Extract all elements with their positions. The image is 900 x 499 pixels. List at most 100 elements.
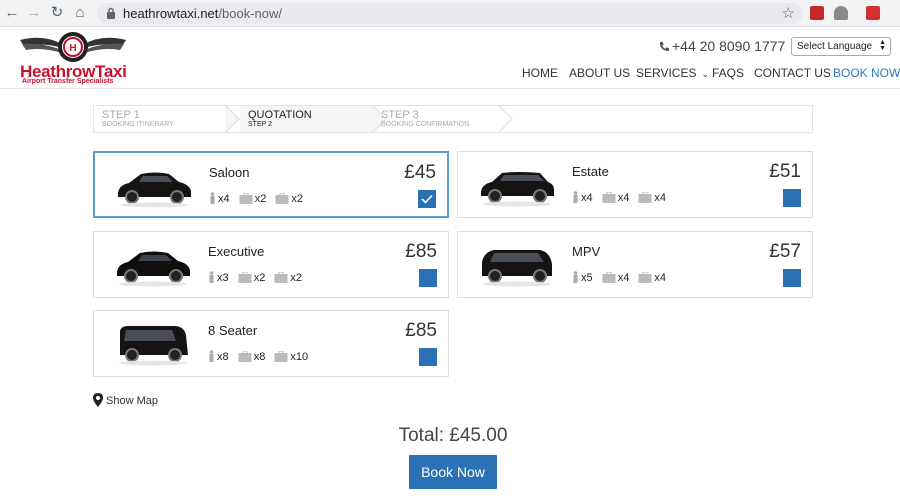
bag-icon bbox=[274, 271, 288, 283]
address-bar[interactable]: heathrowtaxi.net/book-now/ ☆ bbox=[97, 3, 803, 24]
step-3-subtitle: BOOKING CONFIRMATION bbox=[381, 121, 470, 128]
select-arrows-icon: ▲ ▼ bbox=[879, 39, 886, 52]
select-checkbox[interactable] bbox=[419, 348, 437, 366]
book-now-button[interactable]: Book Now bbox=[409, 455, 497, 489]
select-checkbox[interactable] bbox=[419, 269, 437, 287]
vehicle-card-estate[interactable]: Estate £51 x4 x4 x4 bbox=[457, 151, 813, 218]
large-bag-count: x8 bbox=[253, 351, 266, 363]
select-checkbox[interactable] bbox=[783, 189, 801, 207]
person-icon bbox=[210, 192, 215, 204]
passenger-count: x5 bbox=[581, 272, 593, 284]
8-seater-van-icon bbox=[119, 326, 188, 366]
nav-about-us[interactable]: ABOUT US bbox=[569, 66, 630, 80]
nav-services[interactable]: SERVICES ⌄ bbox=[636, 66, 709, 80]
nav-book-now[interactable]: BOOK NOW bbox=[833, 66, 900, 80]
select-checkbox[interactable] bbox=[418, 190, 436, 208]
bookmark-star-icon[interactable]: ☆ bbox=[782, 4, 795, 22]
bag-icon bbox=[638, 271, 652, 283]
vehicle-card-mpv[interactable]: MPV £57 x5 x4 x4 bbox=[457, 231, 813, 298]
vehicle-price: £57 bbox=[769, 241, 801, 262]
vehicle-name: Estate bbox=[572, 164, 609, 179]
vehicle-name: Executive bbox=[208, 244, 265, 259]
show-map-link[interactable]: Show Map bbox=[93, 393, 158, 407]
person-icon bbox=[573, 271, 578, 283]
person-icon bbox=[573, 191, 578, 203]
vehicle-price: £45 bbox=[404, 162, 436, 183]
step-2: QUOTATION STEP 2 bbox=[240, 106, 372, 132]
passenger-count: x8 bbox=[217, 351, 229, 363]
vehicle-name: MPV bbox=[572, 244, 601, 259]
bag-icon bbox=[274, 350, 288, 362]
suitcase-icon bbox=[239, 192, 253, 204]
svg-text:H: H bbox=[69, 43, 76, 54]
step-1-subtitle: BOOKING ITINERARY bbox=[102, 121, 174, 128]
total-price: Total: £45.00 bbox=[398, 425, 508, 446]
passenger-count: x3 bbox=[217, 272, 229, 284]
step-2-subtitle: STEP 2 bbox=[248, 121, 272, 128]
vehicle-price: £85 bbox=[405, 241, 437, 262]
large-bag-count: x4 bbox=[617, 192, 630, 204]
large-bag-count: x2 bbox=[253, 272, 266, 284]
step-separator bbox=[225, 105, 240, 133]
url-text: heathrowtaxi.net/book-now/ bbox=[123, 6, 282, 21]
bag-icon bbox=[275, 192, 289, 204]
phone-number[interactable]: +44 20 8090 1777 bbox=[659, 38, 785, 54]
suitcase-icon bbox=[602, 271, 616, 283]
small-bag-count: x2 bbox=[290, 272, 302, 284]
select-checkbox[interactable] bbox=[783, 269, 801, 287]
map-pin-icon bbox=[93, 393, 103, 407]
back-arrow-icon[interactable]: ← bbox=[3, 4, 21, 22]
large-bag-count: x4 bbox=[617, 272, 630, 284]
small-bag-count: x2 bbox=[291, 193, 303, 205]
mpv-van-icon bbox=[482, 250, 552, 287]
vehicle-card-8-seater[interactable]: 8 Seater £85 x8 x8 x10 bbox=[93, 310, 449, 377]
vehicle-capacity: x4 x4 x4 bbox=[572, 191, 672, 204]
nav-faqs[interactable]: FAQS bbox=[712, 66, 744, 80]
language-select[interactable]: Select Language ▲ ▼ bbox=[791, 37, 891, 56]
checkmark-icon bbox=[421, 194, 433, 204]
lock-icon bbox=[107, 7, 115, 19]
step-3-title: STEP 3 bbox=[381, 109, 419, 121]
vehicle-price: £85 bbox=[405, 320, 437, 341]
vehicle-capacity: x5 x4 x4 bbox=[572, 271, 672, 284]
step-2-title: QUOTATION bbox=[248, 109, 312, 121]
person-icon bbox=[209, 271, 214, 283]
vehicle-card-saloon[interactable]: Saloon £45 x4 x2 x2 bbox=[93, 151, 449, 218]
suitcase-icon bbox=[238, 271, 252, 283]
step-1: STEP 1 BOOKING ITINERARY bbox=[94, 106, 225, 132]
large-bag-count: x2 bbox=[254, 193, 267, 205]
vehicle-price: £51 bbox=[769, 161, 801, 182]
forward-arrow-icon[interactable]: → bbox=[25, 4, 43, 22]
small-bag-count: x10 bbox=[290, 351, 309, 363]
chevron-down-icon: ⌄ bbox=[701, 69, 710, 79]
estate-car-icon bbox=[481, 172, 554, 207]
booking-steps: STEP 1 BOOKING ITINERARY QUOTATION STEP … bbox=[93, 105, 813, 133]
vehicle-capacity: x3 x2 x2 bbox=[208, 271, 308, 284]
vehicle-capacity: x4 x2 x2 bbox=[209, 192, 309, 205]
passenger-count: x4 bbox=[581, 192, 593, 204]
home-icon[interactable]: ⌂ bbox=[71, 4, 89, 22]
vehicle-name: 8 Seater bbox=[208, 323, 258, 338]
logo-subtitle: Airport Transfer Specialists bbox=[22, 78, 114, 85]
step-3: STEP 3 BOOKING CONFIRMATION bbox=[373, 106, 498, 132]
site-header: H HeathrowTaxi Airport Transfer Speciali… bbox=[0, 27, 900, 89]
small-bag-count: x4 bbox=[654, 272, 666, 284]
browser-toolbar: ← → ↻ ⌂ heathrowtaxi.net/book-now/ ☆ bbox=[0, 0, 900, 27]
phone-icon bbox=[659, 41, 670, 52]
vehicle-card-executive[interactable]: Executive £85 x3 x2 x2 bbox=[93, 231, 449, 298]
nav-home[interactable]: HOME bbox=[522, 66, 558, 80]
suitcase-icon bbox=[602, 191, 616, 203]
extension-cloud-icon[interactable] bbox=[834, 6, 848, 20]
person-icon bbox=[209, 350, 214, 362]
reload-icon[interactable]: ↻ bbox=[48, 4, 66, 22]
extension-r-icon[interactable] bbox=[866, 6, 880, 20]
executive-car-icon bbox=[117, 251, 190, 287]
extension-icon[interactable] bbox=[810, 6, 824, 20]
step-1-title: STEP 1 bbox=[102, 109, 140, 121]
suitcase-icon bbox=[238, 350, 252, 362]
step-separator bbox=[498, 105, 513, 133]
small-bag-count: x4 bbox=[654, 192, 666, 204]
nav-contact-us[interactable]: CONTACT US bbox=[754, 66, 831, 80]
vehicle-name: Saloon bbox=[209, 165, 250, 180]
passenger-count: x4 bbox=[218, 193, 230, 205]
